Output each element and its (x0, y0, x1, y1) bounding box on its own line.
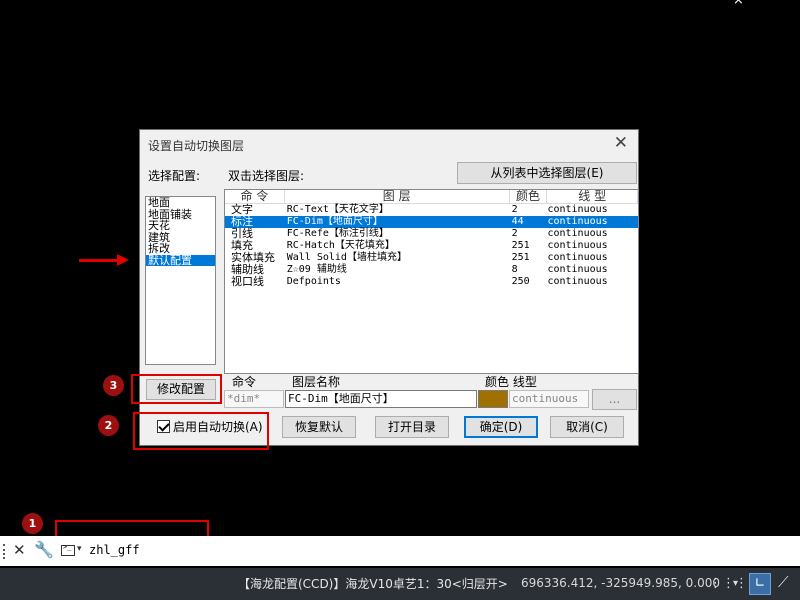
row-linetype: continuous (547, 204, 608, 215)
layer-table-row[interactable]: 标注 FC-Dim【地面尺寸】 44 continuous (225, 216, 638, 228)
browse-button[interactable]: ... (592, 389, 637, 410)
col-header-linetype[interactable]: 线 型 (547, 190, 638, 203)
ok-button[interactable]: 确定(D) (464, 416, 538, 438)
open-directory-button[interactable]: 打开目录 (375, 416, 449, 438)
command-prompt-icon[interactable] (61, 543, 75, 556)
row-color: 2 (511, 204, 518, 215)
config-list-item[interactable]: 天花 (146, 220, 215, 232)
row-color: 250 (511, 276, 530, 287)
layer-table-row[interactable]: 辅助线 Z☆09 辅助线 8 continuous (225, 264, 638, 276)
restore-default-button[interactable]: 恢复默认 (282, 416, 356, 438)
polar-tracking-icon[interactable]: ⟋ (778, 573, 789, 591)
edit-command-label: 命令 (232, 375, 257, 389)
edit-command-field[interactable]: *dim* (224, 390, 284, 408)
config-list-item[interactable]: 默认配置 (146, 254, 215, 266)
edit-color-swatch[interactable] (478, 390, 508, 408)
row-color: 2 (511, 228, 518, 239)
config-list-item[interactable]: 拆改 (146, 243, 215, 255)
highlight-box-modify-config (131, 374, 222, 404)
command-input[interactable]: zhl_gff (89, 543, 140, 557)
row-layer: FC-Refe【标注引线】 (286, 228, 389, 239)
grid-dropdown-icon[interactable]: ▾ (733, 578, 738, 589)
row-linetype: continuous (547, 276, 608, 287)
double-click-select-label: 双击选择图层: (228, 169, 305, 183)
dialog-title: 设置自动切换图层 (148, 139, 245, 153)
layer-list-header: 命 令 图 层 颜色 线 型 (225, 190, 638, 204)
row-layer: FC-Dim【地面尺寸】 (286, 216, 383, 227)
row-color: 251 (511, 240, 530, 251)
row-layer: Wall Solid【墙柱填充】 (286, 252, 407, 263)
edit-layer-name-field[interactable]: FC-Dim【地面尺寸】 (285, 390, 477, 408)
row-color: 8 (511, 264, 518, 275)
layer-list[interactable]: 命 令 图 层 颜色 线 型 文字 RC-Text【天花文字】 2 continuou… (224, 189, 639, 374)
row-command: 视口线 (231, 275, 264, 288)
layer-table-row[interactable]: 实体填充 Wall Solid【墙柱填充】 251 continuous (225, 252, 638, 264)
select-config-label: 选择配置: (148, 169, 201, 183)
pick-from-list-button[interactable]: 从列表中选择图层(E) (457, 162, 637, 184)
row-layer: RC-Hatch【天花填充】 (286, 240, 395, 251)
highlight-box-enable-switch (133, 412, 269, 450)
grid-display-icon[interactable]: ⋮⋮⋮ (709, 576, 748, 591)
edit-linetype-field[interactable]: continuous (509, 390, 589, 408)
edit-layer-name-label: 图层名称 (292, 375, 341, 389)
close-icon[interactable]: ✕ (614, 133, 628, 153)
drag-handle-icon[interactable] (3, 544, 7, 559)
layer-table-row[interactable]: 文字 RC-Text【天花文字】 2 continuous (225, 204, 638, 216)
step-badge-3: 3 (103, 375, 124, 396)
ortho-mode-icon[interactable]: ∟ (749, 573, 771, 595)
close-command-line-icon[interactable]: ✕ (13, 541, 26, 559)
viewport-close-icon[interactable]: × (733, 0, 744, 7)
config-list-item[interactable]: 地面 (146, 197, 215, 209)
row-linetype: continuous (547, 264, 608, 275)
red-arrow-icon (79, 259, 119, 262)
layer-table-row[interactable]: 填充 RC-Hatch【天花填充】 251 continuous (225, 240, 638, 252)
layer-table-row[interactable]: 引线 FC-Refe【标注引线】 2 continuous (225, 228, 638, 240)
col-header-color[interactable]: 颜色 (510, 190, 548, 203)
customize-wrench-icon[interactable]: 🔧 (34, 540, 54, 559)
row-color: 44 (511, 216, 524, 227)
step-badge-2: 2 (98, 415, 119, 436)
status-config-info[interactable]: 【海龙配置(CCD)】海龙V10卓艺1：30<归层开> (238, 575, 508, 592)
recent-commands-dropdown-icon[interactable]: ▾ (77, 544, 82, 554)
cancel-button[interactable]: 取消(C) (550, 416, 624, 438)
row-linetype: continuous (547, 228, 608, 239)
row-linetype: continuous (547, 216, 608, 227)
row-linetype: continuous (547, 240, 608, 251)
row-layer: RC-Text【天花文字】 (286, 204, 389, 215)
command-line-bar: ✕ 🔧 ▾ zhl_gff (0, 536, 800, 566)
row-color: 251 (511, 252, 530, 263)
row-layer: Defpoints (286, 276, 341, 287)
config-list[interactable]: 地面 地面铺装 天花 建筑 拆改 默认配置 (145, 196, 216, 365)
layer-table-row[interactable]: 视口线 Defpoints 250 continuous (225, 276, 638, 288)
step-badge-1: 1 (22, 513, 43, 534)
row-linetype: continuous (547, 252, 608, 263)
red-arrow-head-icon (117, 254, 129, 266)
edit-color-linetype-label: 颜色 线型 (485, 375, 537, 389)
status-coordinates: 696336.412, -325949.985, 0.000 (521, 576, 720, 590)
col-header-layer[interactable]: 图 层 (285, 190, 510, 203)
row-layer: Z☆09 辅助线 (286, 264, 347, 275)
status-bar: 【海龙配置(CCD)】海龙V10卓艺1：30<归层开> 696336.412, … (0, 568, 800, 600)
col-header-command[interactable]: 命 令 (225, 190, 285, 203)
